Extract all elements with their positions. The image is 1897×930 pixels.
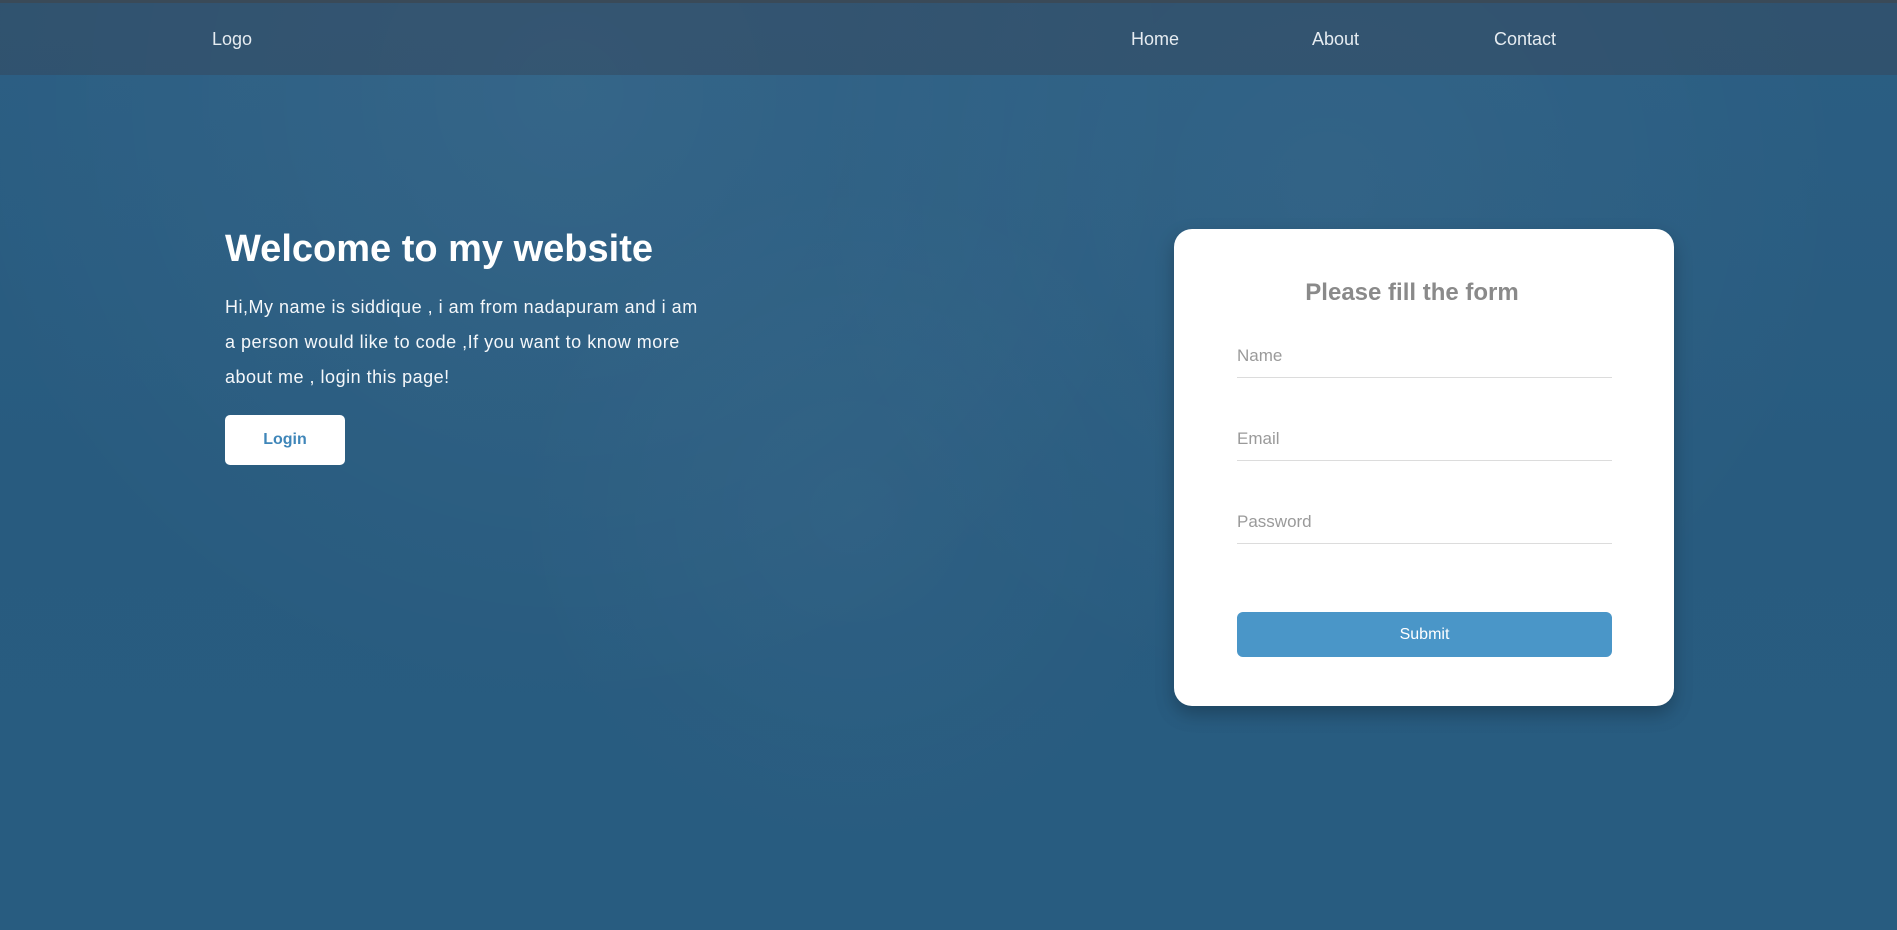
nav-link-home[interactable]: Home: [1131, 29, 1179, 50]
login-button[interactable]: Login: [225, 415, 345, 465]
logo[interactable]: Logo: [212, 29, 252, 50]
submit-button[interactable]: Submit: [1237, 612, 1612, 657]
form-title: Please fill the form: [1305, 279, 1519, 306]
hero-title: Welcome to my website: [225, 228, 653, 270]
nav-link-contact[interactable]: Contact: [1494, 29, 1556, 50]
hero-description: Hi,My name is siddique , i am from nadap…: [225, 297, 698, 387]
navbar: Logo Home About Contact: [0, 0, 1897, 75]
email-input[interactable]: [1237, 417, 1612, 461]
signup-form-card: Please fill the form Submit: [1174, 229, 1674, 706]
nav-link-about[interactable]: About: [1312, 29, 1359, 50]
name-input[interactable]: [1237, 334, 1612, 378]
password-input[interactable]: [1237, 500, 1612, 544]
